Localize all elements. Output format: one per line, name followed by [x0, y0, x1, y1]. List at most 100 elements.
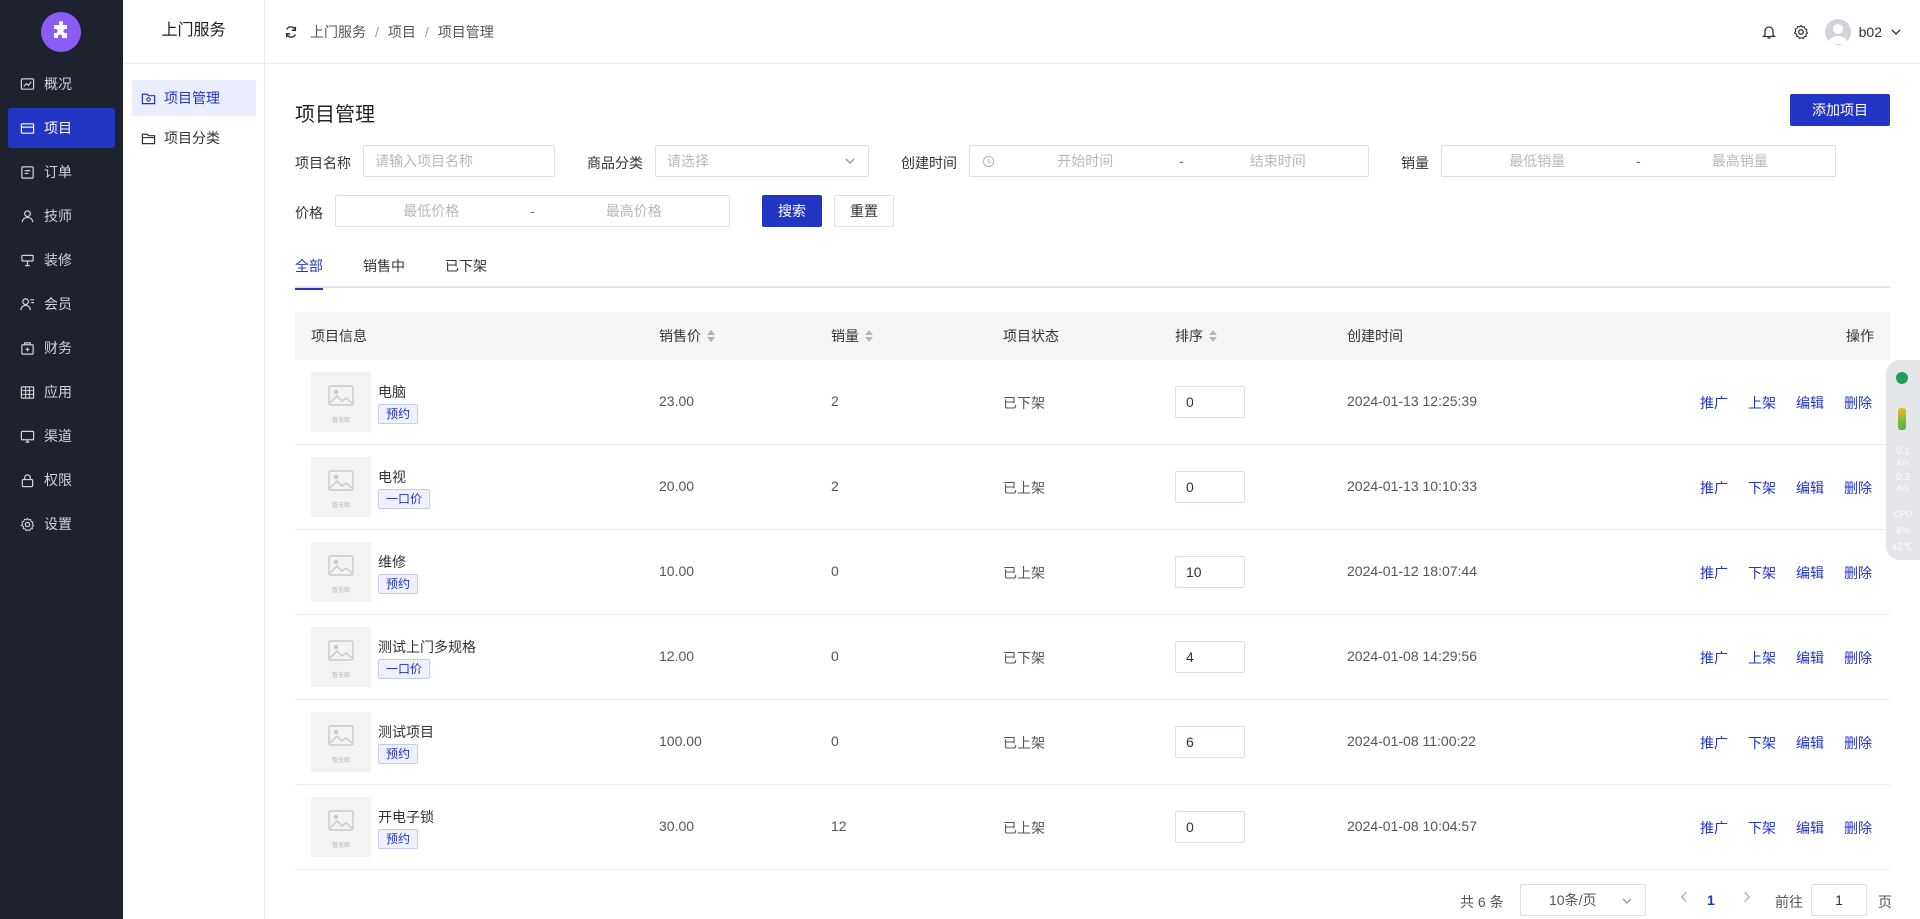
sort-icon[interactable]: [865, 330, 873, 342]
row-action-link[interactable]: 删除: [1844, 648, 1872, 668]
thumb-caption: 暂无图: [331, 672, 350, 679]
row-action-link[interactable]: 编辑: [1796, 648, 1824, 668]
row-action-link[interactable]: 下架: [1748, 733, 1776, 753]
sort-order-input[interactable]: 0: [1175, 471, 1245, 503]
sort-order-input[interactable]: 4: [1175, 641, 1245, 673]
chart-icon: [20, 77, 35, 90]
sales-max-input[interactable]: 最高销量: [1645, 151, 1836, 171]
nav-item-apps[interactable]: 应用: [8, 372, 115, 412]
row-action-link[interactable]: 上架: [1748, 393, 1776, 413]
bell-icon[interactable]: [1761, 24, 1777, 40]
row-action-link[interactable]: 编辑: [1796, 733, 1824, 753]
breadcrumb-item[interactable]: 上门服务: [310, 22, 366, 42]
nav-item-decorate[interactable]: 装修: [8, 240, 115, 280]
status-cell: 已上架: [1003, 735, 1045, 751]
nav-item-member[interactable]: 会员: [8, 284, 115, 324]
row-action-link[interactable]: 编辑: [1796, 818, 1824, 838]
row-action-link[interactable]: 删除: [1844, 478, 1872, 498]
username[interactable]: b02: [1859, 24, 1882, 40]
sort-order-input[interactable]: 0: [1175, 811, 1245, 843]
nav-item-finance[interactable]: 财务: [8, 328, 115, 368]
sales-min-input[interactable]: 最低销量: [1442, 151, 1633, 171]
column-header-price[interactable]: 销售价: [659, 312, 715, 360]
tab-on-sale[interactable]: 销售中: [363, 256, 405, 288]
system-monitor-widget[interactable]: 0.1 K/s 0.2 K/s CPU 4% 42℃: [1886, 360, 1920, 560]
range-dash: -: [530, 203, 535, 219]
nav-item-project[interactable]: 项目: [8, 108, 115, 148]
price-max-input[interactable]: 最高价格: [539, 201, 730, 221]
nav-item-settings[interactable]: 设置: [8, 504, 115, 544]
category-select[interactable]: 请选择: [655, 145, 869, 177]
reset-button[interactable]: 重置: [834, 195, 894, 227]
sort-icon[interactable]: [707, 330, 715, 342]
page-size-select[interactable]: 10条/页: [1520, 884, 1646, 916]
end-date-input[interactable]: 结束时间: [1188, 151, 1369, 171]
page-number-current[interactable]: 1: [1707, 892, 1715, 908]
row-action-link[interactable]: 删除: [1844, 818, 1872, 838]
refresh-icon[interactable]: [284, 25, 298, 39]
row-action-link[interactable]: 下架: [1748, 563, 1776, 583]
chevron-down-icon[interactable]: [1890, 26, 1902, 38]
image-placeholder-icon: [326, 806, 356, 839]
avatar[interactable]: [1824, 19, 1851, 45]
row-action-link[interactable]: 下架: [1748, 818, 1776, 838]
placeholder: 请输入项目名称: [375, 153, 473, 169]
created-time-cell: 2024-01-08 14:29:56: [1347, 648, 1477, 664]
settings-icon[interactable]: [1793, 24, 1809, 40]
row-action-link[interactable]: 删除: [1844, 563, 1872, 583]
table-header: 项目信息 销售价 销量 项目状态 排序 创建时间 操作: [295, 312, 1890, 360]
price-range: 最低价格 - 最高价格: [335, 195, 730, 227]
sort-order-input[interactable]: 6: [1175, 726, 1245, 758]
row-action-link[interactable]: 推广: [1700, 563, 1728, 583]
sort-order-input[interactable]: 0: [1175, 386, 1245, 418]
row-action-link[interactable]: 上架: [1748, 648, 1776, 668]
nav-item-overview[interactable]: 概况: [8, 64, 115, 104]
row-action-link[interactable]: 删除: [1844, 393, 1872, 413]
app-logo[interactable]: [41, 12, 81, 52]
next-page-icon[interactable]: [1740, 890, 1754, 907]
row-action-link[interactable]: 编辑: [1796, 393, 1824, 413]
row-action-link[interactable]: 删除: [1844, 733, 1872, 753]
price-min-input[interactable]: 最低价格: [336, 201, 527, 221]
nav-item-channel[interactable]: 渠道: [8, 416, 115, 456]
add-project-button[interactable]: 添加项目: [1790, 94, 1890, 126]
order-icon: [21, 165, 34, 179]
row-action-link[interactable]: 下架: [1748, 478, 1776, 498]
top-header: 上门服务 / 项目 / 项目管理 b02: [265, 0, 1920, 64]
start-date-input[interactable]: 开始时间: [995, 151, 1176, 171]
tab-off-shelf[interactable]: 已下架: [445, 256, 487, 288]
finance-icon: [21, 341, 34, 355]
image-placeholder-icon: [326, 636, 356, 669]
pagination-total: 共 6 条: [1460, 894, 1504, 910]
created-date-range[interactable]: 开始时间 - 结束时间: [969, 145, 1369, 177]
sales-range: 最低销量 - 最高销量: [1441, 145, 1836, 177]
sub-item-project-management[interactable]: 项目管理: [132, 80, 256, 116]
sort-order-input[interactable]: 10: [1175, 556, 1245, 588]
prev-page-icon[interactable]: [1677, 890, 1691, 907]
row-action-link[interactable]: 推广: [1700, 648, 1728, 668]
status-tabs: 全部 销售中 已下架: [295, 250, 1890, 290]
project-name-input[interactable]: 请输入项目名称: [363, 145, 555, 177]
row-action-link[interactable]: 编辑: [1796, 478, 1824, 498]
search-button[interactable]: 搜索: [762, 195, 822, 227]
tab-active-indicator: [295, 288, 323, 290]
nav-item-order[interactable]: 订单: [8, 152, 115, 192]
sub-item-project-category[interactable]: 项目分类: [132, 120, 256, 156]
row-action-link[interactable]: 推广: [1700, 478, 1728, 498]
breadcrumb-item[interactable]: 项目: [388, 22, 416, 42]
nav-item-permission[interactable]: 权限: [8, 460, 115, 500]
tab-all[interactable]: 全部: [295, 256, 323, 290]
sort-icon[interactable]: [1209, 330, 1217, 342]
row-action-link[interactable]: 编辑: [1796, 563, 1824, 583]
person-icon: [21, 209, 34, 222]
created-time-cell: 2024-01-08 10:04:57: [1347, 818, 1477, 834]
goto-page-input[interactable]: 1: [1811, 884, 1867, 916]
row-action-link[interactable]: 推广: [1700, 818, 1728, 838]
nav-item-technician[interactable]: 技师: [8, 196, 115, 236]
main-content: 项目管理 添加项目 项目名称 请输入项目名称 商品分类 请选择 创建时间 开始时…: [295, 64, 1892, 919]
column-header-sales[interactable]: 销量: [831, 312, 873, 360]
row-action-link[interactable]: 推广: [1700, 393, 1728, 413]
created-time-cell: 2024-01-13 12:25:39: [1347, 393, 1477, 409]
row-action-link[interactable]: 推广: [1700, 733, 1728, 753]
column-header-sort[interactable]: 排序: [1175, 312, 1217, 360]
